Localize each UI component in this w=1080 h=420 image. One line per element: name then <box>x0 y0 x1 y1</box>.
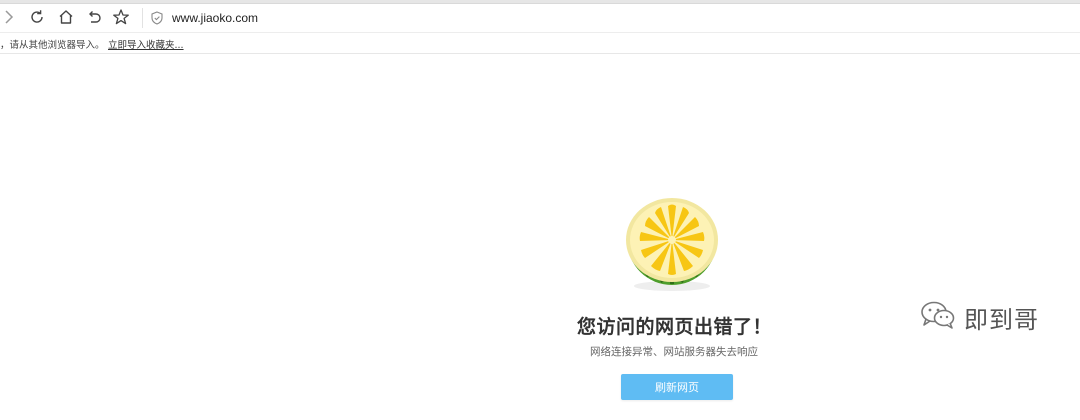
forward-button[interactable] <box>0 4 22 30</box>
favorite-button[interactable] <box>108 4 134 30</box>
watermark-text: 即到哥 <box>964 305 1039 334</box>
shield-icon[interactable] <box>150 11 164 25</box>
undo-close-tab-button[interactable] <box>81 4 107 30</box>
error-page: 您访问的网页出错了！ 网络连接异常、网站服务器失去响应 刷新网页 <box>0 54 1080 420</box>
browser-toolbar: www.jiaoko.com <box>0 4 1080 32</box>
address-url[interactable]: www.jiaoko.com <box>172 11 258 25</box>
lemon-icon <box>619 194 725 294</box>
import-bookmarks-link[interactable]: 立即导入收藏夹... <box>108 37 184 51</box>
address-bar[interactable]: www.jiaoko.com <box>150 6 850 30</box>
refresh-page-button[interactable]: 刷新网页 <box>621 374 733 400</box>
chevron-right-icon <box>2 9 16 25</box>
address-divider <box>142 8 143 28</box>
reload-button[interactable] <box>24 4 50 30</box>
error-title: 您访问的网页出错了！ <box>577 316 773 338</box>
home-button[interactable] <box>53 4 79 30</box>
reload-icon <box>28 8 46 26</box>
star-icon <box>112 8 130 26</box>
bookmark-bar: ，请从其他浏览器导入。 立即导入收藏夹... <box>0 32 1080 54</box>
wechat-icon <box>920 300 956 334</box>
undo-icon <box>85 8 103 26</box>
watermark: 即到哥 <box>920 300 1039 334</box>
import-hint-text: ，请从其他浏览器导入。 <box>0 40 105 51</box>
error-subtitle: 网络连接异常、网站服务器失去响应 <box>590 346 758 358</box>
home-icon <box>57 8 75 26</box>
